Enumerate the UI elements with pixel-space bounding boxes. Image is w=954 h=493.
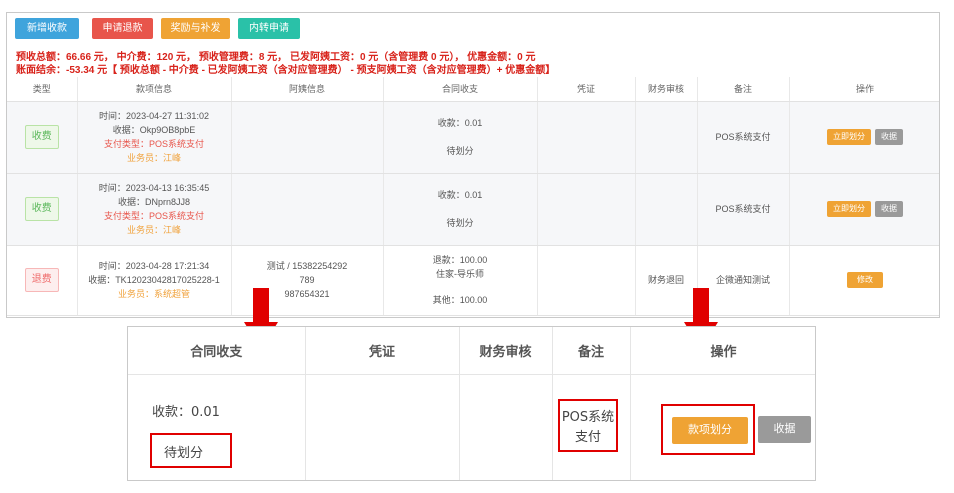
contract-status: 待划分 (446, 218, 474, 228)
divide-now-button[interactable]: 立即划分 (827, 201, 871, 217)
payment-table: 类型 款项信息 阿姨信息 合同收支 凭证 财务审核 备注 操作 收费 时间：20… (7, 77, 939, 316)
payment-time: 时间：2023-04-28 17:21:34 (98, 261, 210, 271)
zoom-header-row: 合同收支 凭证 财务审核 备注 操作 (128, 327, 815, 375)
table-row: 收费 时间：2023-04-27 11:31:02 收据：Okp9OB8pbE … (7, 101, 939, 174)
receipt-number: 收据：TK12023042817025228-1 (88, 275, 220, 285)
other-amount: 其他：100.00 (432, 295, 488, 305)
zoom-remark: POS系统 支付 (560, 408, 616, 448)
finance-review-cell (635, 101, 698, 174)
finance-review-cell (635, 173, 698, 246)
type-badge: 收费 (24, 125, 59, 149)
contract-status: 待划分 (446, 146, 474, 156)
voucher-cell (537, 101, 636, 174)
nanny-line-2: 789 (299, 275, 315, 285)
salesman: 业务员：系统超管 (117, 289, 190, 299)
table-header-row: 类型 款项信息 阿姨信息 合同收支 凭证 财务审核 备注 操作 (7, 77, 939, 102)
col-header-remark: 备注 (697, 77, 790, 102)
receipt-button[interactable]: 收据 (875, 201, 903, 217)
payment-time: 时间：2023-04-13 16:35:45 (98, 183, 210, 193)
receipt-button[interactable]: 收据 (875, 129, 903, 145)
payment-time: 时间：2023-04-27 11:31:02 (99, 111, 209, 121)
voucher-cell (537, 173, 636, 246)
remark-cell: POS系统支付 (697, 101, 790, 174)
col-header-finance-review: 财务审核 (635, 77, 698, 102)
zoom-voucher-cell (305, 374, 460, 480)
summary-line-balance: 账面结余：-53.34 元【 预收总额 - 中介费 - 已发阿姨工资（含对应管理… (16, 65, 556, 76)
col-header-type: 类型 (7, 77, 78, 102)
receipt-button[interactable]: 收据 (758, 416, 811, 443)
type-badge: 退费 (24, 268, 59, 292)
nanny-name-phone: 测试 / 15382254292 (266, 261, 348, 271)
contract-amount: 收款：0.01 (437, 190, 483, 200)
type-badge: 收费 (24, 197, 59, 221)
zoom-contract-amount: 收款：0.01 (152, 405, 220, 420)
bonus-button[interactable]: 奖励与补发 (161, 18, 230, 39)
col-header-voucher: 凭证 (537, 77, 636, 102)
zoom-header-finance-review: 财务审核 (459, 327, 553, 375)
table-row: 退费 时间：2023-04-28 17:21:34 收据：TK120230428… (7, 245, 939, 316)
internal-transfer-button[interactable]: 内转申请 (238, 18, 300, 39)
salesman: 业务员：江峰 (126, 153, 181, 163)
annotated-screenshot: 新增收款 申请退款 奖励与补发 内转申请 预收总额：66.66 元， 中介费：1… (0, 0, 954, 493)
zoom-finance-cell (459, 374, 553, 480)
refund-target: 住家-导乐师 (436, 269, 484, 279)
divide-payment-button[interactable]: 款项划分 (672, 417, 748, 444)
apply-refund-button[interactable]: 申请退款 (92, 18, 153, 39)
refund-amount: 退款：100.00 (432, 255, 488, 265)
edit-button[interactable]: 修改 (847, 272, 883, 288)
voucher-cell (537, 245, 636, 316)
nanny-info (231, 101, 384, 174)
col-header-contract: 合同收支 (383, 77, 538, 102)
add-payment-button[interactable]: 新增收款 (15, 18, 79, 39)
zoom-remark-line2: 支付 (574, 430, 601, 445)
nanny-info (231, 173, 384, 246)
remark-cell: POS系统支付 (697, 173, 790, 246)
zoomed-detail-panel: 合同收支 凭证 财务审核 备注 操作 收款：0.01 待划分 POS系统 支付 … (127, 326, 816, 481)
receipt-number: 收据：Okp9OB8pbE (112, 125, 196, 135)
zoom-header-contract: 合同收支 (128, 327, 306, 375)
zoom-header-voucher: 凭证 (305, 327, 460, 375)
table-row: 收费 时间：2023-04-13 16:35:45 收据：DNprn8JJ8 支… (7, 173, 939, 246)
pay-type: 支付类型：POS系统支付 (103, 211, 204, 221)
divide-now-button[interactable]: 立即划分 (827, 129, 871, 145)
zoom-header-remark: 备注 (552, 327, 631, 375)
col-header-actions: 操作 (789, 77, 939, 102)
salesman: 业务员：江峰 (126, 225, 181, 235)
col-header-payment-info: 款项信息 (77, 77, 232, 102)
zoom-header-actions: 操作 (630, 327, 815, 375)
payment-records-panel: 新增收款 申请退款 奖励与补发 内转申请 预收总额：66.66 元， 中介费：1… (6, 12, 940, 318)
pay-type: 支付类型：POS系统支付 (103, 139, 204, 149)
zoom-contract-status: 待划分 (164, 446, 204, 461)
zoom-remark-line1: POS系统 (561, 410, 615, 425)
col-header-nanny-info: 阿姨信息 (231, 77, 384, 102)
receipt-number: 收据：DNprn8JJ8 (117, 197, 191, 207)
contract-amount: 收款：0.01 (437, 118, 483, 128)
